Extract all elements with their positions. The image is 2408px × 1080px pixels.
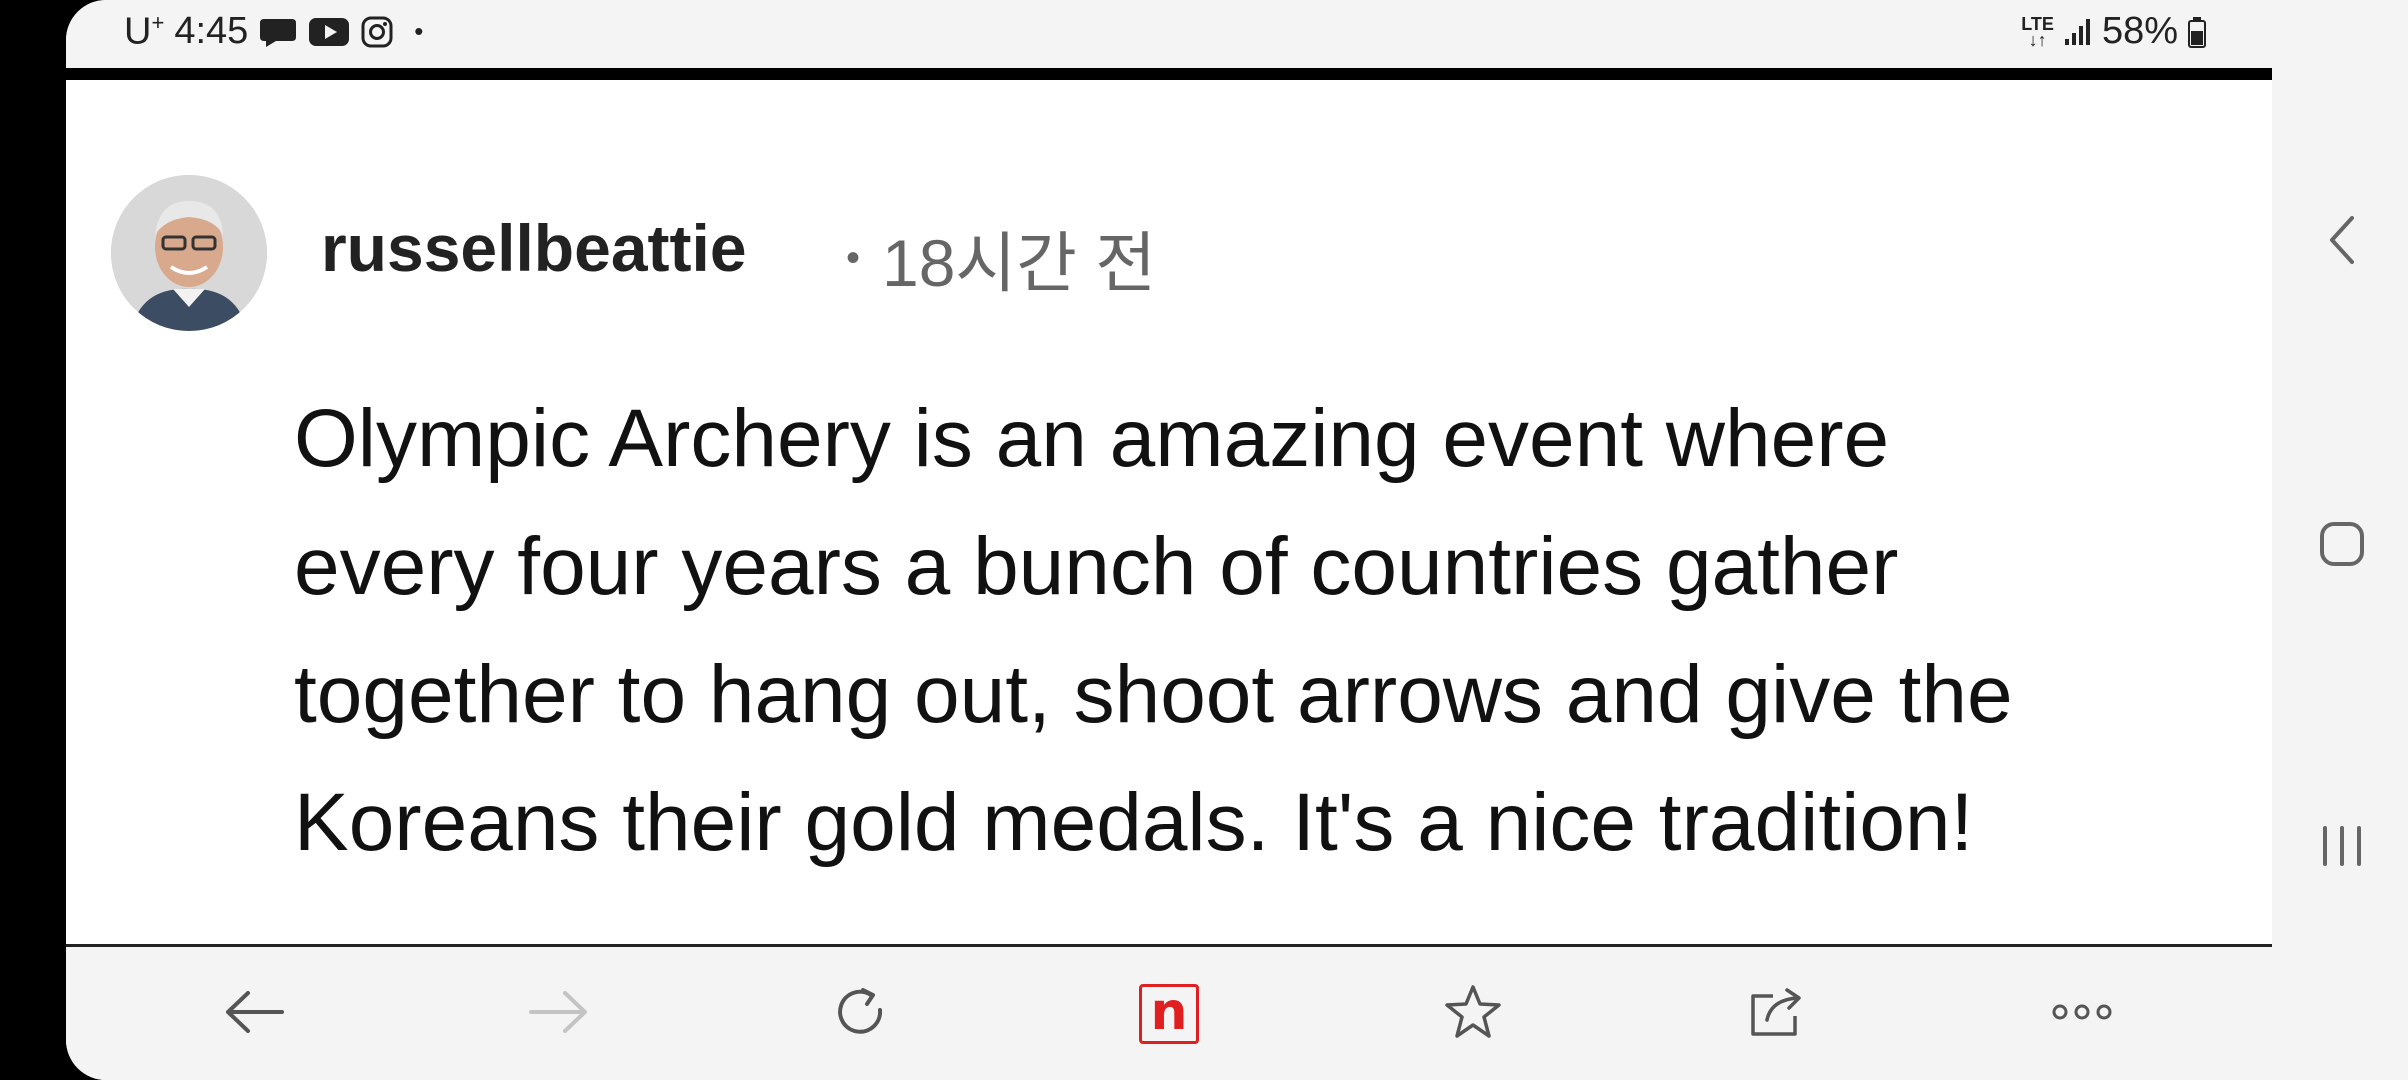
status-right: LTE ↓↑ 58%: [2021, 10, 2206, 53]
naver-home-button[interactable]: n: [1136, 981, 1202, 1047]
back-arrow-icon: [224, 987, 286, 1042]
post-timestamp: 18시간 전: [882, 226, 1156, 300]
home-icon: [2318, 520, 2366, 573]
system-nav-bar: [2272, 0, 2408, 1080]
battery-icon: [2188, 16, 2206, 48]
reload-button[interactable]: [828, 981, 894, 1047]
status-left: U+ 4:45 •: [124, 10, 423, 54]
forward-arrow-icon: [527, 987, 589, 1042]
clock: 4:45: [174, 10, 249, 53]
comment-line: together to hang out, shoot arrows and g…: [294, 649, 2013, 740]
comment-line: every four years a bunch of countries ga…: [294, 521, 1899, 612]
system-home-button[interactable]: [2314, 518, 2370, 574]
share-button[interactable]: [1743, 981, 1809, 1047]
battery-percent: 58%: [2101, 10, 2178, 52]
comment-line: Koreans their gold medals. It's a nice t…: [294, 777, 1974, 868]
content-top-border: [66, 68, 2272, 80]
carrier-label: U+: [124, 10, 165, 53]
notification-dot-icon: •: [414, 16, 424, 47]
bookmark-button[interactable]: [1440, 981, 1506, 1047]
back-button[interactable]: [222, 981, 288, 1047]
system-back-button[interactable]: [2314, 214, 2370, 270]
more-button[interactable]: [2049, 981, 2115, 1047]
post-meta: • 18시간 전: [846, 210, 1156, 306]
back-chevron-icon: [2326, 214, 2358, 271]
share-icon: [1747, 984, 1805, 1045]
signal-icon: [2064, 17, 2092, 47]
comment-line: Olympic Archery is an amazing event wher…: [294, 393, 1890, 484]
chat-bubble-icon: [258, 15, 298, 49]
browser-toolbar: n: [66, 947, 2272, 1080]
post-username[interactable]: russellbeattie: [321, 210, 747, 286]
youtube-icon: [308, 16, 350, 48]
system-recents-button[interactable]: [2314, 820, 2370, 876]
lte-indicator: LTE ↓↑: [2021, 13, 2054, 50]
post-content[interactable]: russellbeattie • 18시간 전 Olympic Archery …: [66, 80, 2272, 946]
instagram-icon: [360, 15, 394, 49]
reload-icon: [833, 984, 889, 1045]
status-bar: U+ 4:45 • LTE ↓↑ 58%: [66, 0, 2272, 66]
recents-icon: [2319, 824, 2365, 873]
naver-n-icon: n: [1139, 984, 1199, 1044]
meta-separator: •: [846, 235, 861, 280]
forward-button[interactable]: [525, 981, 591, 1047]
star-icon: [1443, 983, 1503, 1046]
avatar[interactable]: [111, 175, 267, 331]
phone-screen: U+ 4:45 • LTE ↓↑ 58% russellbeattie • 18…: [66, 0, 2272, 1080]
comment-text: Olympic Archery is an amazing event wher…: [294, 375, 2254, 887]
more-icon: [2050, 1002, 2114, 1027]
